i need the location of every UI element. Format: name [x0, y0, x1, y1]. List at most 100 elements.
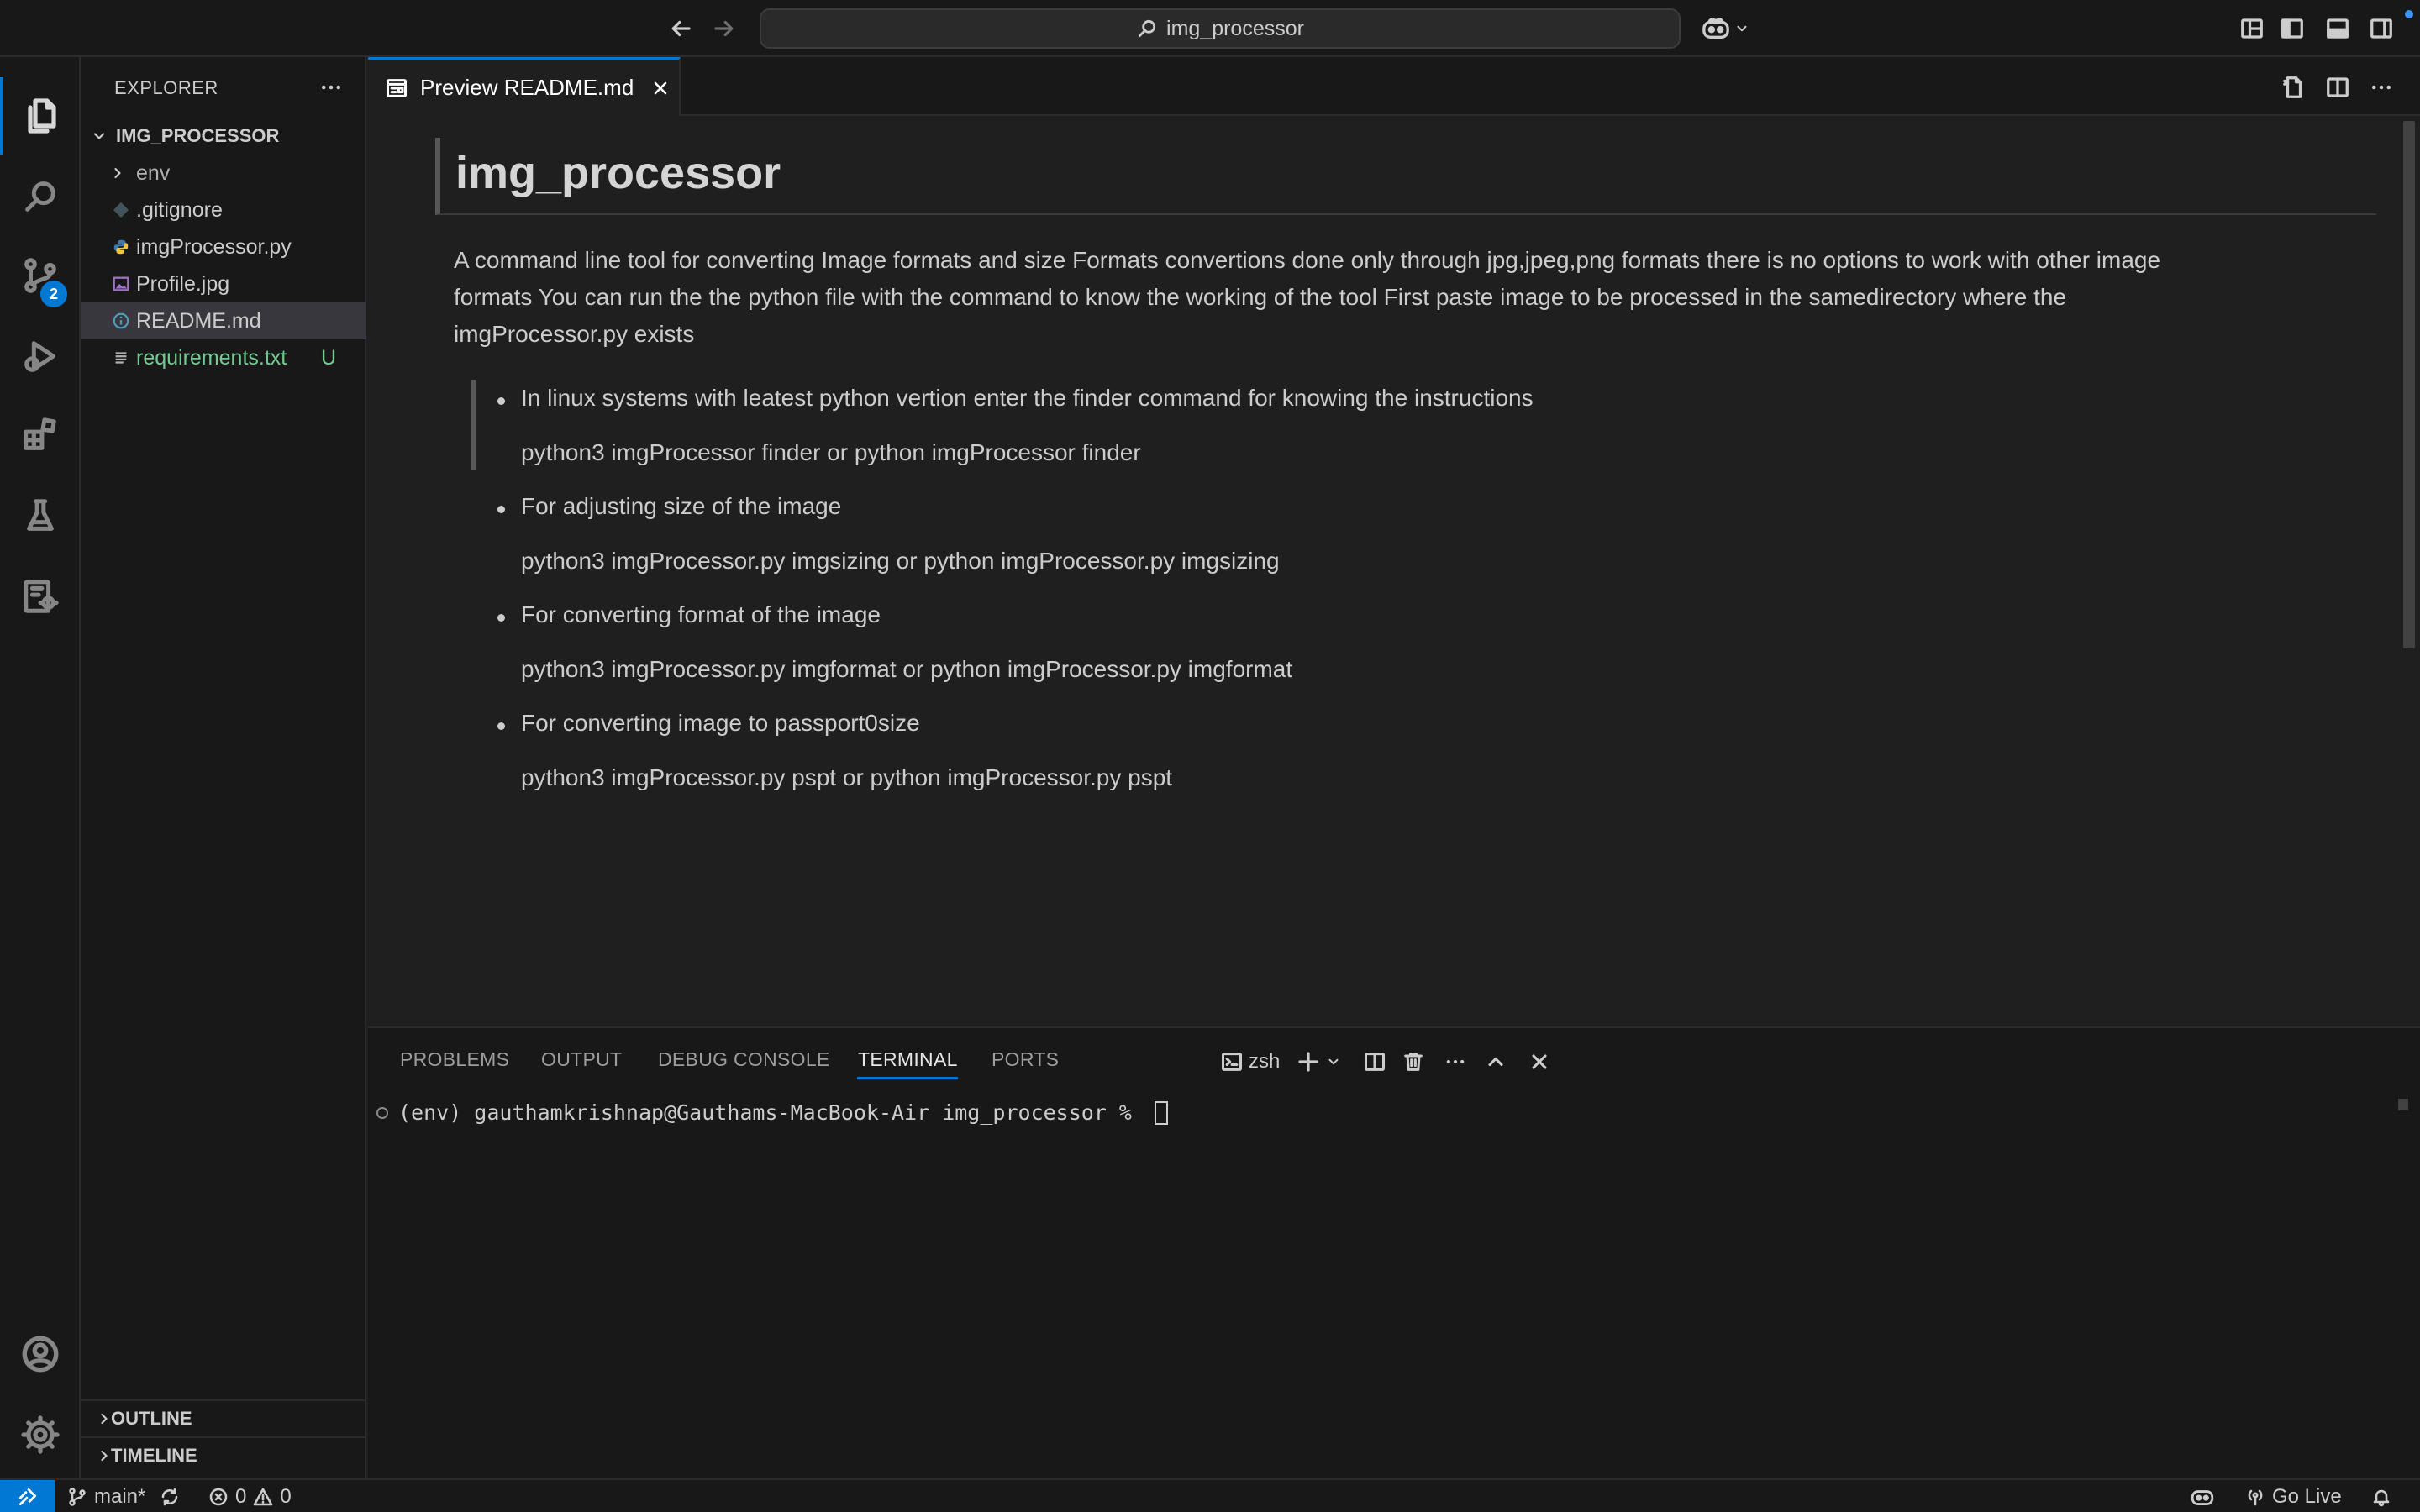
list-item-command: python3 imgProcessor.py imgsizing or pyt…	[521, 548, 1280, 574]
command-center-search[interactable]: img_processor	[760, 8, 1681, 49]
source-control-icon[interactable]: 2	[0, 237, 81, 314]
trash-icon[interactable]	[1397, 1045, 1430, 1079]
more-actions-icon[interactable]	[314, 71, 348, 104]
more-actions-icon[interactable]	[2365, 71, 2398, 104]
tree-item-requirements-txt[interactable]: requirements.txt U	[81, 339, 366, 376]
notification-dot	[2405, 10, 2413, 18]
list-bullet	[497, 614, 505, 622]
tree-item-env[interactable]: env	[81, 155, 366, 192]
tab-label: Preview README.md	[420, 75, 634, 100]
copilot-icon	[1702, 18, 1729, 39]
timeline-label: TIMELINE	[111, 1445, 197, 1466]
list-item: In linux systems with leatest python ver…	[521, 385, 1534, 411]
timeline-section[interactable]: TIMELINE	[81, 1436, 366, 1473]
sync-icon[interactable]	[160, 1480, 180, 1512]
forward-arrow-icon[interactable]	[708, 12, 741, 45]
terminal-text: (env) gauthamkrishnap@Gauthams-MacBook-A…	[398, 1100, 1145, 1125]
terminal-shell-selector[interactable]: zsh	[1220, 1045, 1280, 1079]
terminal-icon	[1221, 1053, 1243, 1071]
paragraph-line: A command line tool for converting Image…	[454, 247, 2161, 273]
close-panel-icon[interactable]	[1523, 1045, 1556, 1079]
list-item: For converting format of the image	[521, 601, 881, 627]
error-icon	[209, 1488, 228, 1506]
error-count: 0	[235, 1485, 247, 1508]
terminal-scrollbar[interactable]	[2398, 1099, 2408, 1110]
tab-terminal[interactable]: TERMINAL	[858, 1048, 958, 1071]
warning-icon	[254, 1488, 273, 1506]
folder-root-label: IMG_PROCESSOR	[116, 125, 280, 146]
outline-section[interactable]: OUTLINE	[81, 1399, 366, 1436]
maximize-panel-icon[interactable]	[1479, 1045, 1512, 1079]
terminal-prompt[interactable]: (env) gauthamkrishnap@Gauthams-MacBook-A…	[376, 1100, 1169, 1125]
go-live-button[interactable]: Go Live	[2245, 1480, 2342, 1512]
tree-item-label: README.md	[136, 308, 261, 333]
broadcast-icon	[2248, 1489, 2263, 1506]
explorer-icon[interactable]	[0, 77, 81, 155]
list-item: For adjusting size of the image	[521, 493, 842, 519]
run-debug-icon[interactable]	[0, 318, 81, 395]
branch-name: main*	[94, 1485, 146, 1508]
toggle-secondary-sidebar-icon[interactable]	[2366, 13, 2396, 44]
close-icon[interactable]	[650, 78, 671, 98]
tab-debug-console[interactable]: DEBUG CONSOLE	[658, 1048, 830, 1071]
copilot-status-icon[interactable]	[2190, 1480, 2215, 1512]
shell-name: zsh	[1249, 1050, 1281, 1073]
preview-scrollbar[interactable]	[2403, 121, 2415, 648]
tree-item-label: Profile.jpg	[136, 271, 230, 296]
tab-problems[interactable]: PROBLEMS	[400, 1048, 509, 1071]
toggle-primary-sidebar-icon[interactable]	[2277, 13, 2307, 44]
tree-item-readme-md[interactable]: README.md	[81, 302, 366, 339]
tree-item-label: imgProcessor.py	[136, 234, 292, 259]
customize-layout-icon[interactable]	[2237, 13, 2267, 44]
editor-tab-bar: Preview README.md	[368, 57, 2420, 116]
remote-settings-icon[interactable]	[0, 558, 81, 635]
tree-item-profile-jpg[interactable]: Profile.jpg	[81, 265, 366, 302]
problems-indicator[interactable]: 0 0	[208, 1480, 292, 1512]
outline-label: OUTLINE	[111, 1408, 192, 1429]
accounts-icon[interactable]	[0, 1315, 81, 1393]
search-icon[interactable]	[0, 158, 81, 235]
active-tab-indicator	[857, 1077, 958, 1079]
paragraph-line: formats You can run the the python file …	[454, 284, 2067, 310]
branch-indicator[interactable]: main*	[67, 1480, 145, 1512]
chevron-right-icon	[106, 165, 129, 181]
testing-icon[interactable]	[0, 477, 81, 554]
tree-item-gitignore[interactable]: .gitignore	[81, 192, 366, 228]
tab-preview-readme[interactable]: Preview README.md	[368, 57, 681, 116]
extensions-icon[interactable]	[0, 396, 81, 474]
gear-icon[interactable]	[0, 1396, 81, 1473]
info-icon	[106, 312, 136, 330]
warning-count: 0	[280, 1485, 292, 1508]
terminal-cursor	[1155, 1100, 1169, 1125]
paragraph-line: imgProcessor.py exists	[454, 321, 695, 347]
remote-indicator[interactable]	[0, 1480, 55, 1512]
toggle-panel-icon[interactable]	[2323, 13, 2353, 44]
status-bar: main* 0 0 Go Live	[0, 1478, 2420, 1512]
more-actions-icon[interactable]	[1439, 1045, 1472, 1079]
open-source-icon[interactable]	[2277, 71, 2311, 104]
git-file-icon	[106, 201, 136, 219]
tree-item-label: env	[136, 160, 171, 185]
text-file-icon	[106, 349, 136, 367]
chevron-down-icon	[87, 128, 111, 144]
bell-icon[interactable]	[2371, 1480, 2391, 1512]
blockquote-bar	[471, 380, 476, 470]
explorer-sidebar: EXPLORER IMG_PROCESSOR env .gitignore im…	[81, 57, 366, 1478]
folder-root[interactable]: IMG_PROCESSOR	[81, 118, 366, 155]
copilot-menu-button[interactable]	[1701, 12, 1754, 45]
tree-item-imgprocessor-py[interactable]: imgProcessor.py	[81, 228, 366, 265]
command-status-icon	[376, 1106, 388, 1119]
split-terminal-icon[interactable]	[1358, 1045, 1392, 1079]
tab-output[interactable]: OUTPUT	[541, 1048, 622, 1071]
preview-icon	[386, 78, 408, 97]
list-item-command: python3 imgProcessor.py imgformat or pyt…	[521, 656, 1293, 682]
list-bullet	[497, 722, 505, 730]
back-arrow-icon[interactable]	[664, 12, 697, 45]
sidebar-title: EXPLORER	[114, 77, 218, 98]
tab-ports[interactable]: PORTS	[992, 1048, 1059, 1071]
tree-item-label: requirements.txt	[136, 345, 287, 370]
markdown-preview: img_processor A command line tool for co…	[368, 118, 2420, 1026]
list-item-command: python3 imgProcessor.py pspt or python i…	[521, 764, 1173, 790]
split-editor-icon[interactable]	[2321, 71, 2354, 104]
new-terminal-button[interactable]	[1296, 1045, 1341, 1079]
